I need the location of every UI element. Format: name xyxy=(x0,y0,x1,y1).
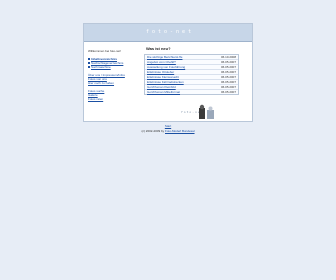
sidebar: Willkommen bei foto-net! Inhaltsverzeich… xyxy=(88,49,142,101)
news-list: Die wichtige Berichterst.ffe 06.10.2008 … xyxy=(144,54,239,95)
sidebar-item-search[interactable]: Suchmaschine xyxy=(88,65,142,69)
copyright-text: (c) 2002-2009 by xyxy=(141,129,165,133)
site-logo[interactable]: foto-net xyxy=(146,29,194,35)
footer-copyright: (c) 2002-2009 by Foto-Moderl Bundesal xyxy=(0,129,336,134)
news-item-link[interactable]: Erlebnisse Fahrradstrecken xyxy=(147,80,184,84)
footer: Start (c) 2002-2009 by Foto-Moderl Bunde… xyxy=(0,124,336,134)
news-item-link[interactable]: Gorzhfoman Mittelformat xyxy=(147,90,180,94)
news-item-date: 06.05.2007 xyxy=(220,90,236,94)
bullet-icon xyxy=(88,66,90,68)
header-banner: foto-net xyxy=(84,24,252,42)
welcome-text: Willkommen bei foto-net! xyxy=(88,49,122,53)
news-item-date: 06.05.2007 xyxy=(220,70,236,74)
sidebar-link-search[interactable]: Suchmaschine xyxy=(91,65,111,69)
news-item-date: 06.10.2008 xyxy=(220,55,236,59)
news-item-link[interactable]: Angebot vom Chefkf? xyxy=(147,60,176,64)
news-item-link[interactable]: Die wichtige Berichterst.ffe xyxy=(147,55,182,59)
news-item-link[interactable]: Erlebnisse Ottoleber xyxy=(147,70,174,74)
news-item-link[interactable]: Gorzhfoman Kleinbild xyxy=(147,85,176,89)
bullet-icon xyxy=(88,58,90,60)
news-item: Gorzhfoman Mittelformat 06.05.2007 xyxy=(145,90,238,94)
news-item-link[interactable]: Erlebnisse Kleinsonacht xyxy=(147,75,179,79)
sidebar-link-available[interactable]: Hier noch zu haben xyxy=(88,81,142,85)
news-heading: Was ist neu? xyxy=(146,46,171,51)
sidebar-link-photo-quiz[interactable]: Fotos raten xyxy=(88,97,142,101)
main-content-box: foto-net Willkommen bei foto-net! Inhalt… xyxy=(83,23,253,122)
news-item-link[interactable]: Ausstellung von Fotoführung xyxy=(147,65,185,69)
news-item-date: 06.05.2007 xyxy=(220,75,236,79)
sidebar-group-photos: Fotos suche Galerie Fotos raten xyxy=(88,89,142,101)
sidebar-group-about: Über uns / Impressum/Infos Fotos von uns… xyxy=(88,73,142,85)
banner-divider xyxy=(84,41,252,42)
bullet-icon xyxy=(88,62,90,64)
news-item-date: 06.05.2007 xyxy=(220,60,236,64)
footer-author-link[interactable]: Foto-Moderl Bundesal xyxy=(165,129,195,133)
news-item-date: 06.05.2007 xyxy=(220,65,236,69)
news-item-date: 06.05.2007 xyxy=(220,85,236,89)
news-item-date: 06.05.2007 xyxy=(220,80,236,84)
mascot-figure-icon xyxy=(199,104,214,119)
sidebar-group-main: Inhaltsverzeichnis Nachschlageverzeichni… xyxy=(88,57,142,69)
